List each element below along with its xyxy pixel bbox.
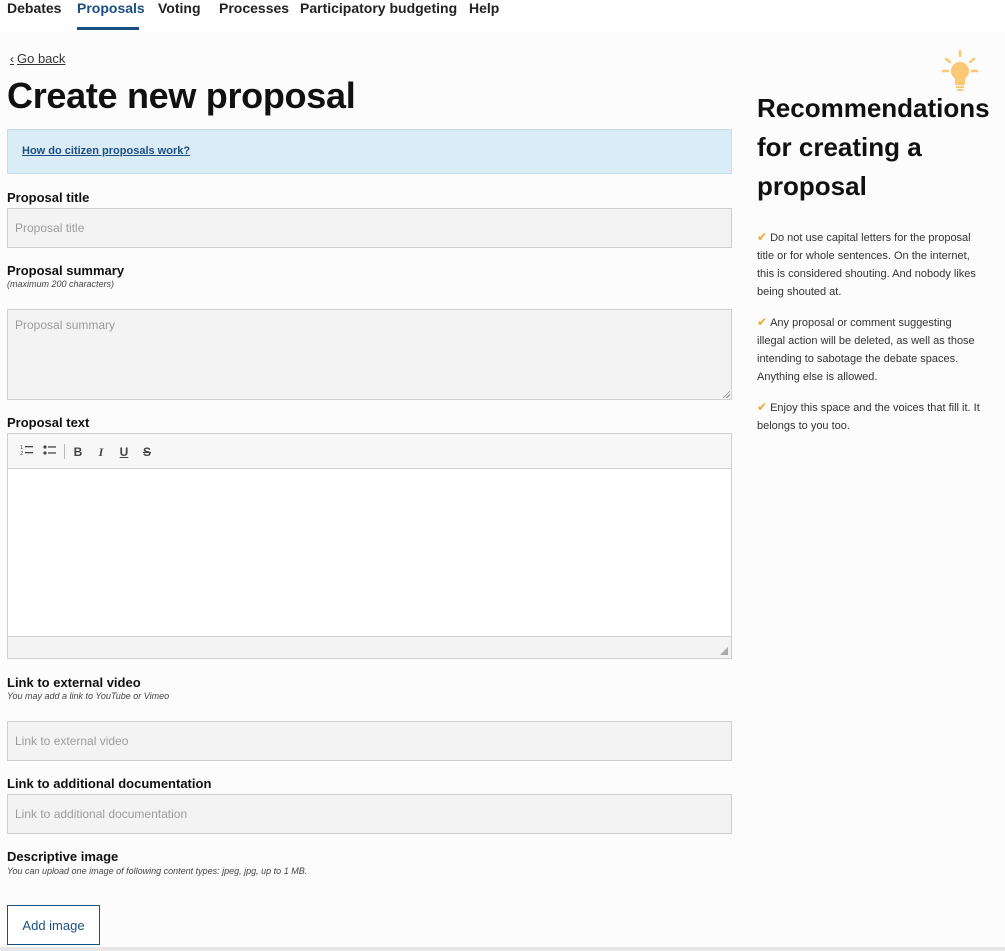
- underline-button[interactable]: U: [115, 444, 133, 460]
- info-callout: How do citizen proposals work?: [7, 129, 732, 174]
- recommendation-item: ✔ Any proposal or comment suggesting ille…: [757, 315, 975, 383]
- bottom-edge: [0, 947, 1005, 951]
- proposal-summary-input[interactable]: Proposal summary: [7, 309, 732, 400]
- descriptive-image-label: Descriptive image: [7, 849, 119, 864]
- nav-proposals[interactable]: Proposals: [77, 0, 145, 16]
- descriptive-image-hint: You can upload one image of following co…: [7, 866, 308, 876]
- page-title: Create new proposal: [7, 75, 356, 116]
- nav-help[interactable]: Help: [469, 0, 499, 16]
- resize-grip-icon[interactable]: [722, 390, 730, 398]
- citizen-proposals-help-link[interactable]: How do citizen proposals work?: [22, 145, 190, 157]
- checkmark-icon: ✔: [757, 315, 768, 329]
- video-link-label: Link to external video: [7, 675, 141, 690]
- proposal-title-label: Proposal title: [7, 190, 90, 205]
- nav-participatory-budgeting[interactable]: Participatory budgeting: [300, 0, 457, 16]
- strikethrough-button[interactable]: S: [138, 444, 156, 460]
- recommendation-item: ✔ Do not use capital letters for the prop…: [757, 230, 976, 298]
- recommendations-title: Recommendations for creating a proposal: [757, 93, 990, 201]
- chevron-left-icon: ‹: [10, 52, 14, 66]
- editor-content-area[interactable]: [8, 469, 731, 636]
- video-link-input[interactable]: Link to external video: [7, 721, 732, 761]
- go-back-link[interactable]: ‹ Go back: [10, 51, 65, 66]
- proposal-summary-placeholder: Proposal summary: [15, 318, 116, 332]
- checkmark-icon: ✔: [757, 400, 768, 414]
- proposal-text-label: Proposal text: [7, 415, 90, 430]
- nav-voting[interactable]: Voting: [158, 0, 201, 16]
- italic-button[interactable]: I: [92, 444, 110, 460]
- svg-text:2: 2: [20, 451, 23, 456]
- nav-processes[interactable]: Processes: [219, 0, 289, 16]
- editor-footer: [8, 636, 731, 658]
- numbered-list-icon[interactable]: 12: [18, 444, 36, 460]
- bold-button[interactable]: B: [69, 444, 87, 460]
- add-image-button[interactable]: Add image: [7, 905, 100, 945]
- active-tab-indicator: [77, 27, 139, 30]
- nav-debates[interactable]: Debates: [7, 0, 61, 16]
- checkmark-icon: ✔: [757, 230, 768, 244]
- editor-toolbar: 12 B I U S: [8, 434, 731, 469]
- video-link-hint: You may add a link to YouTube or Vimeo: [7, 691, 170, 701]
- proposal-summary-label: Proposal summary: [7, 263, 125, 278]
- documentation-link-input[interactable]: Link to additional documentation: [7, 794, 732, 834]
- editor-resize-icon[interactable]: [720, 647, 728, 655]
- recommendation-item: ✔ Enjoy this space and the voices that fi…: [757, 400, 980, 432]
- proposal-summary-hint: (maximum 200 characters): [7, 279, 115, 289]
- top-navigation: Debates Proposals Voting Processes Parti…: [0, 0, 1005, 32]
- proposal-title-input[interactable]: Proposal title: [7, 208, 732, 248]
- proposal-text-editor[interactable]: 12 B I U S: [7, 433, 732, 659]
- bulleted-list-icon[interactable]: [41, 444, 59, 460]
- documentation-link-label: Link to additional documentation: [7, 776, 212, 791]
- toolbar-separator: [64, 444, 65, 459]
- lightbulb-icon: [940, 49, 980, 93]
